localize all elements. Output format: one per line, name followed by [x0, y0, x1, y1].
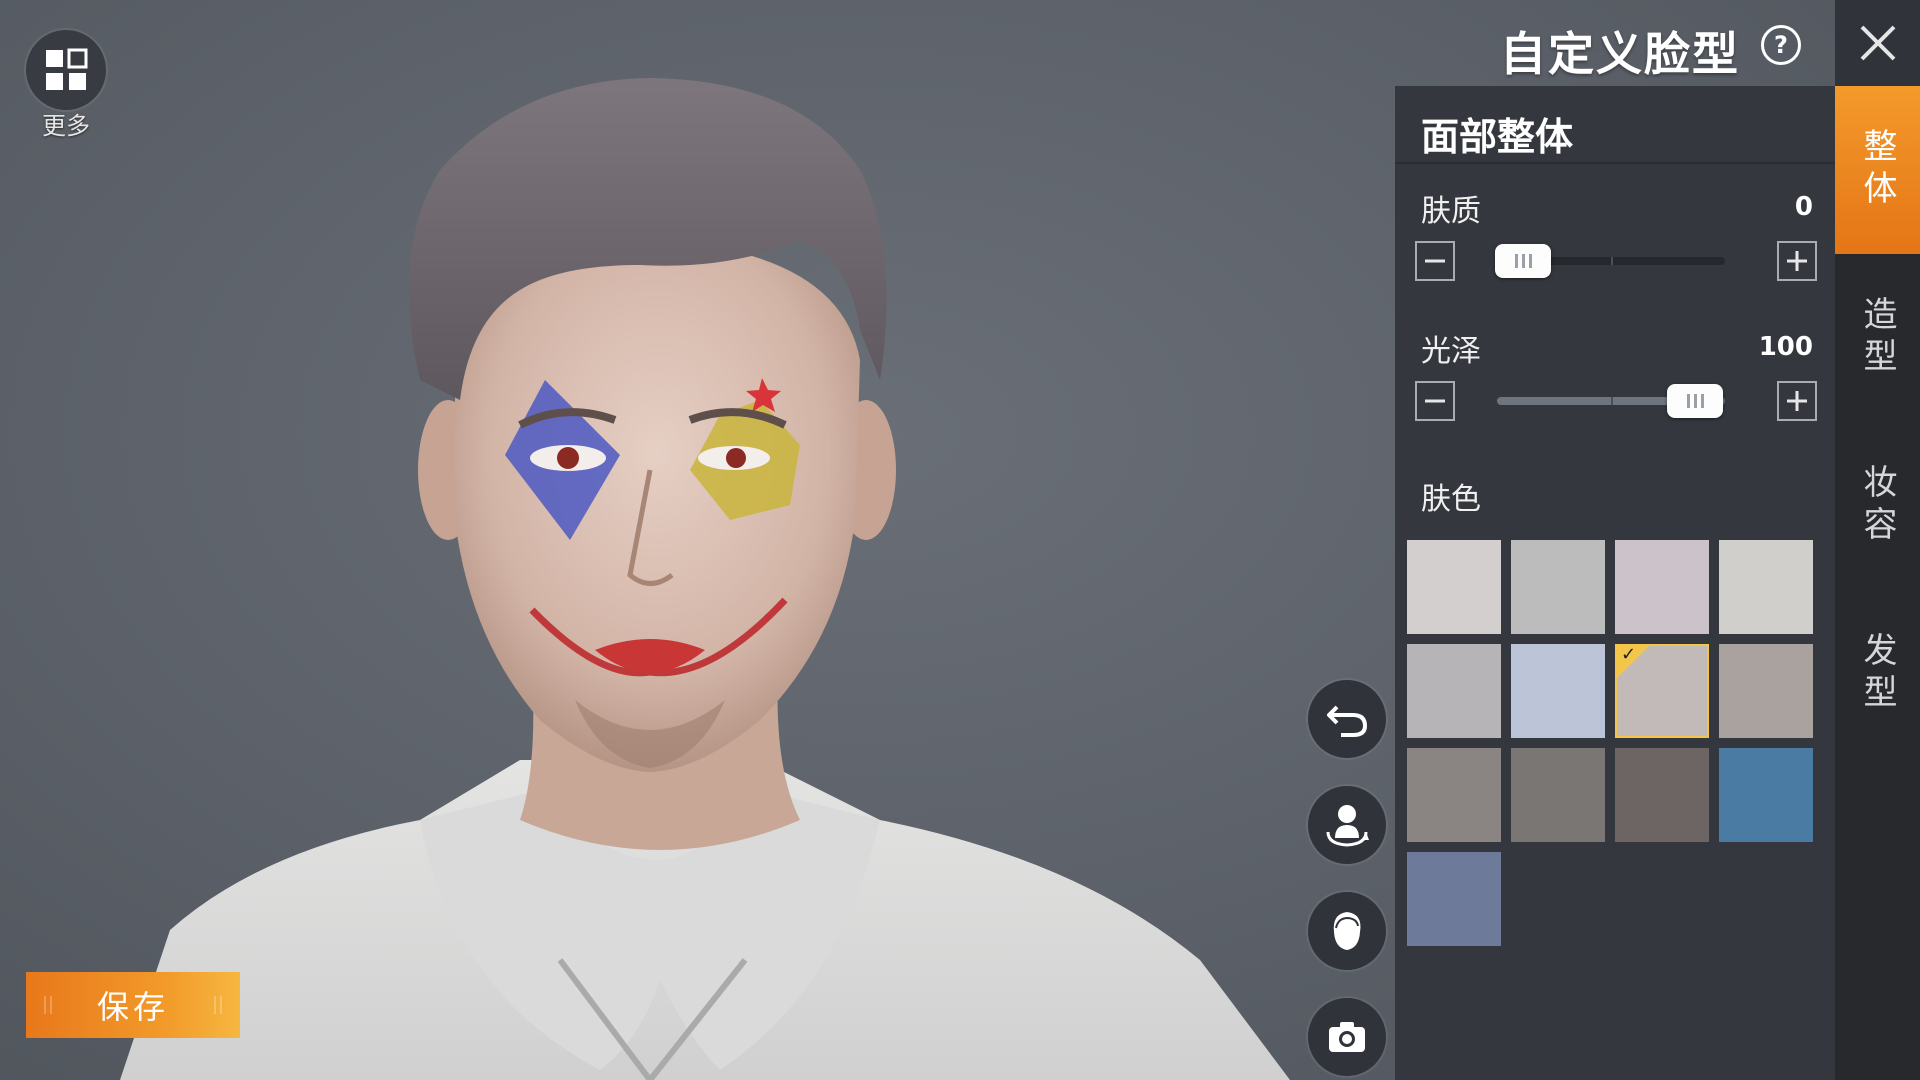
gloss-decrease-button[interactable]	[1415, 381, 1455, 421]
category-tabs: 整体 造型 妆容 发型	[1835, 86, 1920, 1080]
skin-texture-slider[interactable]	[1495, 244, 1725, 278]
skin-texture-increase-button[interactable]	[1777, 241, 1817, 281]
tab-label: 发型	[1857, 632, 1897, 716]
skin-texture-decrease-button[interactable]	[1415, 241, 1455, 281]
gloss-value: 100	[1758, 332, 1813, 362]
skin-color-swatch[interactable]	[1407, 644, 1501, 738]
head-hair-icon	[1333, 912, 1361, 950]
rotate-character-button[interactable]	[1308, 786, 1386, 864]
checkmark-icon: ✓	[1621, 644, 1637, 665]
panel-title: 面部整体	[1421, 115, 1574, 159]
undo-icon	[1327, 705, 1368, 737]
skin-texture-label: 肤质	[1421, 194, 1481, 229]
skin-color-label: 肤色	[1421, 482, 1481, 517]
skin-color-swatch-selected[interactable]: ✓	[1615, 644, 1709, 738]
skin-color-swatch[interactable]	[1407, 540, 1501, 634]
page-title: 自定义脸型	[1500, 27, 1740, 81]
skin-color-swatch[interactable]	[1511, 748, 1605, 842]
skin-color-swatch[interactable]	[1615, 540, 1709, 634]
plus-icon	[1787, 251, 1807, 271]
slider-notch	[1611, 257, 1613, 265]
gloss-increase-button[interactable]	[1777, 381, 1817, 421]
skin-texture-value: 0	[1794, 192, 1813, 222]
skin-color-swatch[interactable]	[1407, 748, 1501, 842]
save-button[interactable]: 保存	[26, 972, 240, 1038]
skin-color-swatch[interactable]	[1719, 644, 1813, 738]
tab-label: 妆容	[1857, 464, 1897, 548]
camera-icon	[1329, 1022, 1365, 1052]
tab-shape[interactable]: 造型	[1835, 254, 1920, 422]
close-button[interactable]	[1835, 0, 1920, 86]
skin-color-swatch[interactable]	[1615, 748, 1709, 842]
gloss-label: 光泽	[1421, 334, 1481, 369]
slider-thumb[interactable]	[1667, 384, 1723, 418]
grid-icon	[46, 48, 88, 90]
skin-color-swatch[interactable]	[1511, 644, 1605, 738]
tab-hairstyle[interactable]: 发型	[1835, 590, 1920, 758]
gloss-slider[interactable]	[1497, 384, 1725, 418]
more-label: 更多	[42, 112, 90, 140]
slider-thumb[interactable]	[1495, 244, 1551, 278]
tab-label: 整体	[1857, 128, 1897, 212]
tab-overall[interactable]: 整体	[1835, 86, 1920, 254]
more-button[interactable]	[26, 30, 106, 110]
screenshot-button[interactable]	[1308, 998, 1386, 1076]
minus-icon	[1425, 399, 1445, 403]
slider-notch	[1611, 397, 1613, 405]
minus-icon	[1425, 259, 1445, 263]
rotate-person-icon	[1326, 805, 1369, 847]
close-icon	[1860, 25, 1895, 61]
hair-view-button[interactable]	[1308, 892, 1386, 970]
skin-color-swatch[interactable]	[1511, 540, 1605, 634]
tab-label: 造型	[1857, 296, 1897, 380]
face-settings-panel: 面部整体 肤质 0 光泽 100 肤色 ✓	[1395, 86, 1835, 1080]
panel-header: 面部整体	[1395, 86, 1835, 164]
plus-icon	[1787, 391, 1807, 411]
character-viewport[interactable]	[0, 0, 1395, 1080]
skin-color-swatch[interactable]	[1719, 748, 1813, 842]
question-mark-icon[interactable]: ?	[1761, 25, 1801, 65]
character-model	[120, 78, 1290, 1080]
skin-color-swatch[interactable]	[1719, 540, 1813, 634]
skin-color-swatch[interactable]	[1407, 852, 1501, 946]
tab-makeup[interactable]: 妆容	[1835, 422, 1920, 590]
undo-button[interactable]	[1308, 680, 1386, 758]
